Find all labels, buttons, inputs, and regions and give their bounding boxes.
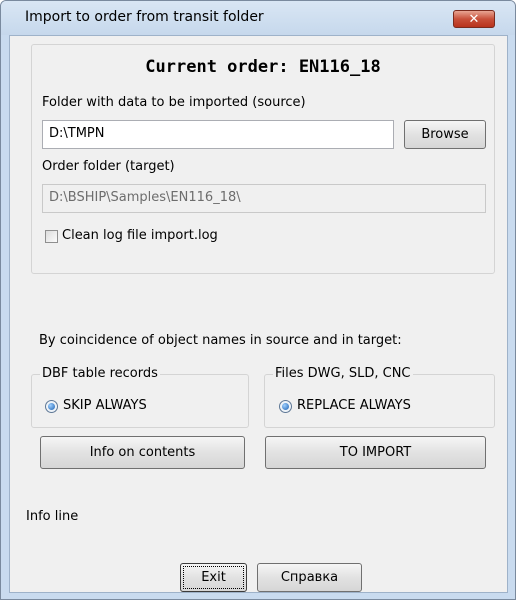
files-group: Files DWG, SLD, CNC REPLACE ALWAYS [264,366,495,428]
to-import-button[interactable]: TO IMPORT [265,436,486,469]
skip-always-label[interactable]: SKIP ALWAYS [63,398,147,413]
dialog-body: Current order: EN116_18 Folder with data… [9,35,508,593]
help-button[interactable]: Справка [257,563,362,592]
info-on-contents-button[interactable]: Info on contents [40,436,245,469]
files-group-title: Files DWG, SLD, CNC [273,366,413,381]
close-icon: ✕ [468,11,480,27]
clean-log-label[interactable]: Clean log file import.log [62,228,218,243]
current-order-title: Current order: EN116_18 [145,57,381,77]
replace-always-radio[interactable] [279,400,292,413]
exit-button[interactable]: Exit [180,563,247,592]
coincidence-label: By coincidence of object names in source… [39,333,402,348]
window-title: Import to order from transit folder [25,9,264,25]
dbf-group-title: DBF table records [40,366,160,381]
source-label: Folder with data to be imported (source) [42,95,306,110]
close-button[interactable]: ✕ [453,10,495,28]
info-line: Info line [26,509,79,524]
order-panel: Current order: EN116_18 Folder with data… [31,44,495,274]
browse-button[interactable]: Browse [404,120,486,149]
title-bar[interactable]: Import to order from transit folder ✕ [1,1,515,35]
radio-selected-dot [282,403,289,410]
import-dialog: Import to order from transit folder ✕ Cu… [0,0,516,600]
source-folder-input[interactable]: D:\TMPN [42,120,394,149]
target-label: Order folder (target) [42,159,175,174]
dbf-records-group: DBF table records SKIP ALWAYS [31,366,249,428]
radio-selected-dot [48,403,55,410]
target-folder-input: D:\BSHIP\Samples\EN116_18\ [42,184,486,213]
skip-always-radio[interactable] [45,400,58,413]
replace-always-label[interactable]: REPLACE ALWAYS [297,398,411,413]
clean-log-checkbox[interactable] [45,230,58,243]
